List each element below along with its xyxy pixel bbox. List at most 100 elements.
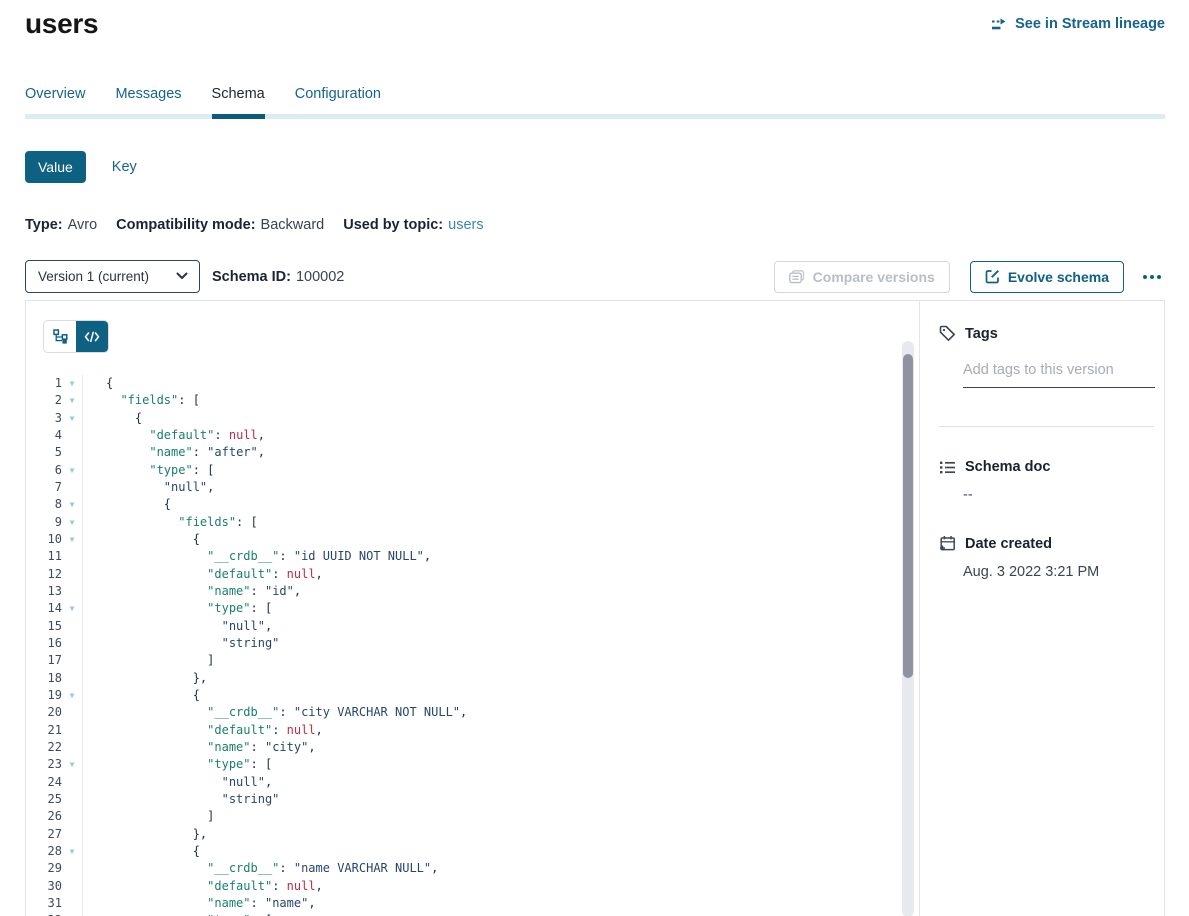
fold-toggle-icon[interactable]: ▼ — [62, 410, 82, 427]
fold-toggle-icon[interactable]: ▼ — [62, 600, 82, 617]
compare-icon — [789, 270, 805, 284]
code-line: 32▼ "type": [ — [26, 912, 904, 916]
code-line: 28▼ { — [26, 843, 904, 860]
code-line: 16 "string" — [26, 635, 904, 652]
code-line: 6▼ "type": [ — [26, 462, 904, 479]
tab-messages[interactable]: Messages — [115, 86, 181, 119]
code-line: 3▼ { — [26, 410, 904, 427]
tags-heading: Tags — [939, 325, 1165, 342]
code-view-icon[interactable] — [76, 321, 108, 352]
code-line: 18 }, — [26, 670, 904, 687]
fold-spacer — [62, 583, 82, 600]
code-line: 1▼{ — [26, 375, 904, 392]
schema-panel: 1▼{2▼ "fields": [3▼ {4 "default": null,5… — [25, 300, 1165, 916]
fold-spacer — [62, 444, 82, 461]
code-line: 9▼ "fields": [ — [26, 514, 904, 531]
fold-spacer — [62, 548, 82, 565]
used-by-topic: Used by topic:users — [343, 217, 483, 233]
evolve-schema-button[interactable]: Evolve schema — [970, 261, 1124, 293]
code-line: 10▼ { — [26, 531, 904, 548]
calendar-add-icon — [939, 535, 956, 552]
value-toggle-button[interactable]: Value — [25, 151, 86, 183]
see-in-stream-lineage-link[interactable]: See in Stream lineage — [991, 16, 1165, 32]
fold-spacer — [62, 722, 82, 739]
topic-link[interactable]: users — [448, 217, 483, 233]
compatibility-mode: Compatibility mode:Backward — [116, 217, 324, 233]
code-line: 12 "default": null, — [26, 566, 904, 583]
tab-schema[interactable]: Schema — [212, 86, 265, 119]
code-line: 13 "name": "id", — [26, 583, 904, 600]
fold-spacer — [62, 704, 82, 721]
code-line: 25 "string" — [26, 791, 904, 808]
fold-spacer — [62, 635, 82, 652]
code-line: 26 ] — [26, 808, 904, 825]
schema-sidebar: Tags Schema doc -- — [920, 301, 1165, 580]
fold-spacer — [62, 791, 82, 808]
code-editor[interactable]: 1▼{2▼ "fields": [3▼ {4 "default": null,5… — [26, 375, 904, 916]
fold-toggle-icon[interactable]: ▼ — [62, 375, 82, 392]
schema-meta-row: Type:Avro Compatibility mode:Backward Us… — [25, 217, 1165, 233]
tree-view-icon[interactable] — [44, 321, 76, 352]
editor-view-toggle — [44, 321, 108, 352]
fold-spacer — [62, 427, 82, 444]
code-line: 5 "name": "after", — [26, 444, 904, 461]
code-line: 22 "name": "city", — [26, 739, 904, 756]
schema-kind-toggle: Value Key — [25, 151, 1165, 183]
code-line: 14▼ "type": [ — [26, 600, 904, 617]
tag-icon — [939, 325, 956, 342]
fold-toggle-icon[interactable]: ▼ — [62, 843, 82, 860]
date-created-heading: Date created — [939, 535, 1165, 552]
date-created-value: Aug. 3 2022 3:21 PM — [963, 564, 1165, 580]
code-line: 15 "null", — [26, 618, 904, 635]
doc-list-icon — [939, 460, 956, 475]
fold-toggle-icon[interactable]: ▼ — [62, 531, 82, 548]
tab-bar: Overview Messages Schema Configuration — [25, 86, 1165, 119]
fold-spacer — [62, 652, 82, 669]
fold-toggle-icon[interactable]: ▼ — [62, 496, 82, 513]
more-options-button[interactable] — [1139, 269, 1165, 285]
fold-toggle-icon[interactable]: ▼ — [62, 756, 82, 773]
tab-configuration[interactable]: Configuration — [295, 86, 381, 119]
ellipsis-icon — [1143, 275, 1161, 279]
fold-spacer — [62, 808, 82, 825]
fold-spacer — [62, 566, 82, 583]
code-line: 27 }, — [26, 826, 904, 843]
page-title: users — [25, 8, 98, 40]
code-line: 2▼ "fields": [ — [26, 392, 904, 409]
code-line: 17 ] — [26, 652, 904, 669]
tags-input[interactable] — [963, 362, 1155, 388]
code-line: 7 "null", — [26, 479, 904, 496]
schema-actions: Compare versions Evolve schema — [774, 261, 1165, 293]
fold-spacer — [62, 826, 82, 843]
fold-toggle-icon[interactable]: ▼ — [62, 687, 82, 704]
fold-spacer — [62, 618, 82, 635]
fold-spacer — [62, 878, 82, 895]
key-toggle-button[interactable]: Key — [112, 159, 137, 175]
tab-overview[interactable]: Overview — [25, 86, 85, 119]
fold-toggle-icon[interactable]: ▼ — [62, 462, 82, 479]
fold-spacer — [62, 860, 82, 877]
fold-toggle-icon[interactable]: ▼ — [62, 912, 82, 916]
edit-icon — [985, 269, 1000, 284]
fold-spacer — [62, 895, 82, 912]
code-line: 31 "name": "name", — [26, 895, 904, 912]
version-select[interactable]: Version 1 (current) — [25, 260, 200, 293]
code-line: 19▼ { — [26, 687, 904, 704]
schema-type: Type:Avro — [25, 217, 97, 233]
fold-toggle-icon[interactable]: ▼ — [62, 392, 82, 409]
code-line: 29 "__crdb__": "name VARCHAR NULL", — [26, 860, 904, 877]
page-header: users See in Stream lineage — [25, 0, 1165, 40]
stream-lineage-icon — [991, 18, 1008, 31]
code-line: 30 "default": null, — [26, 878, 904, 895]
code-line: 20 "__crdb__": "city VARCHAR NOT NULL", — [26, 704, 904, 721]
sidebar-divider — [939, 426, 1154, 427]
compare-versions-button[interactable]: Compare versions — [774, 261, 950, 293]
code-line: 4 "default": null, — [26, 427, 904, 444]
editor-scrollbar-thumb[interactable] — [903, 354, 913, 678]
fold-spacer — [62, 739, 82, 756]
fold-toggle-icon[interactable]: ▼ — [62, 514, 82, 531]
code-line: 23▼ "type": [ — [26, 756, 904, 773]
fold-spacer — [62, 774, 82, 791]
schema-doc-value: -- — [963, 487, 1165, 503]
fold-spacer — [62, 670, 82, 687]
